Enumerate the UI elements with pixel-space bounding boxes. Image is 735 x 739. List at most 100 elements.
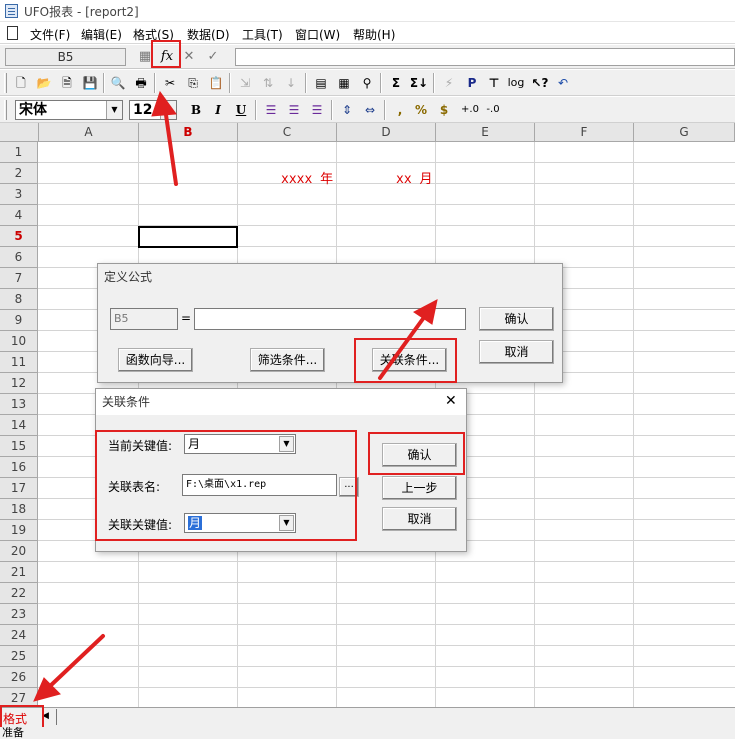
define-cancel-button[interactable]: 取消 — [479, 340, 554, 364]
cell-name-box[interactable]: B5 — [5, 48, 126, 66]
row-header[interactable]: 25 — [0, 646, 38, 667]
row-header[interactable]: 14 — [0, 415, 38, 436]
column-header-c[interactable]: C — [238, 123, 337, 142]
sort-desc-icon[interactable]: ↓ — [281, 73, 301, 93]
row-header[interactable]: 13 — [0, 394, 38, 415]
preview-icon[interactable]: 🔍 — [108, 73, 128, 93]
cancel-icon[interactable]: ✕ — [178, 48, 200, 66]
menu-help[interactable]: 帮助(H) — [353, 26, 395, 43]
font-select[interactable]: 宋体 ▼ — [15, 100, 123, 120]
relation-prev-button[interactable]: 上一步 — [382, 476, 457, 500]
menu-window[interactable]: 窗口(W) — [295, 26, 340, 43]
document-icon[interactable] — [7, 26, 18, 40]
underline-button[interactable]: U — [231, 100, 251, 120]
cell-d2[interactable]: xx 月 — [396, 168, 432, 187]
selected-cell-b5[interactable] — [138, 226, 238, 248]
filter-condition-button[interactable]: 筛选条件... — [250, 348, 325, 372]
menu-tools[interactable]: 工具(T) — [242, 26, 283, 43]
save-icon[interactable]: 💾 — [80, 73, 100, 93]
row-header[interactable]: 4 — [0, 205, 38, 226]
row-header[interactable]: 20 — [0, 541, 38, 562]
sum-down-icon[interactable]: Σ↓ — [409, 73, 429, 93]
undo-icon[interactable]: ↶ — [553, 73, 573, 93]
percent-button[interactable]: % — [411, 100, 431, 120]
table-name-input[interactable]: F:\桌面\x1.rep — [182, 474, 337, 496]
related-key-select[interactable]: 月 ▼ — [184, 513, 296, 533]
grid-icon[interactable]: ▦ — [334, 73, 354, 93]
bold-button[interactable]: B — [186, 100, 206, 120]
menu-data[interactable]: 数据(D) — [187, 26, 230, 43]
formula-input[interactable] — [235, 48, 735, 66]
open-icon[interactable]: 📂 — [34, 73, 54, 93]
comma-button[interactable]: , — [390, 100, 410, 120]
row-header[interactable]: 2 — [0, 163, 38, 184]
align-right-icon[interactable]: ☰ — [307, 100, 327, 120]
cell-c2[interactable]: xxxx 年 — [281, 168, 333, 187]
row-header[interactable]: 23 — [0, 604, 38, 625]
row-header[interactable]: 7 — [0, 268, 38, 289]
keyboard-icon[interactable]: ▦ — [134, 48, 156, 66]
row-header[interactable]: 5 — [0, 226, 38, 247]
align-center-icon[interactable]: ☰ — [284, 100, 304, 120]
column-header-e[interactable]: E — [436, 123, 535, 142]
row-header[interactable]: 12 — [0, 373, 38, 394]
row-header[interactable]: 19 — [0, 520, 38, 541]
sum-icon[interactable]: Σ — [386, 73, 406, 93]
column-header-f[interactable]: F — [535, 123, 634, 142]
row-header[interactable]: 11 — [0, 352, 38, 373]
horizontal-fit-icon[interactable]: ⇔ — [360, 100, 380, 120]
row-header[interactable]: 3 — [0, 184, 38, 205]
row-header[interactable]: 24 — [0, 625, 38, 646]
row-header[interactable]: 17 — [0, 478, 38, 499]
paste-icon[interactable]: 📋 — [206, 73, 226, 93]
row-header[interactable]: 21 — [0, 562, 38, 583]
align-left-icon[interactable]: ☰ — [261, 100, 281, 120]
row-header[interactable]: 18 — [0, 499, 38, 520]
column-header-d[interactable]: D — [337, 123, 436, 142]
p-icon[interactable]: P — [462, 73, 482, 93]
help-pointer-icon[interactable]: ↖? — [530, 73, 550, 93]
relation-cancel-button[interactable]: 取消 — [382, 507, 457, 531]
relation-condition-button[interactable]: 关联条件... — [372, 348, 447, 372]
current-key-select[interactable]: 月 ▼ — [184, 434, 296, 454]
row-header[interactable]: 15 — [0, 436, 38, 457]
row-header[interactable]: 1 — [0, 142, 38, 163]
chart-icon[interactable]: ⚡ — [439, 73, 459, 93]
menu-file[interactable]: 文件(F) — [30, 26, 70, 43]
find-icon[interactable]: ⚲ — [357, 73, 377, 93]
row-header[interactable]: 22 — [0, 583, 38, 604]
menu-format[interactable]: 格式(S) — [133, 26, 174, 43]
menu-edit[interactable]: 编辑(E) — [81, 26, 122, 43]
print-icon[interactable]: 🖶 — [131, 73, 151, 93]
define-ok-button[interactable]: 确认 — [479, 307, 554, 331]
function-wizard-button[interactable]: 函数向导... — [118, 348, 193, 372]
currency-button[interactable]: $ — [434, 100, 454, 120]
row-header[interactable]: 16 — [0, 457, 38, 478]
log-icon[interactable]: log — [506, 73, 526, 93]
formula-input-field[interactable] — [194, 308, 466, 330]
table-icon[interactable]: ▤ — [311, 73, 331, 93]
row-header[interactable]: 26 — [0, 667, 38, 688]
new-icon[interactable]: 🗋 — [11, 73, 31, 93]
vertical-fit-icon[interactable]: ⇕ — [337, 100, 357, 120]
sort-asc-icon[interactable]: ⇅ — [258, 73, 278, 93]
row-header[interactable]: 8 — [0, 289, 38, 310]
column-header-a[interactable]: A — [39, 123, 139, 142]
font-size-select[interactable]: 12 ▼ — [129, 100, 177, 120]
pin-icon[interactable]: ⊤ — [484, 73, 504, 93]
row-header[interactable]: 10 — [0, 331, 38, 352]
relation-ok-button[interactable]: 确认 — [382, 443, 457, 467]
format-mode-tab[interactable]: 格式 — [3, 710, 27, 727]
cut-icon[interactable]: ✂ — [160, 73, 180, 93]
column-header-b[interactable]: B — [139, 123, 238, 142]
doc-icon[interactable]: 🗎 — [57, 73, 77, 93]
copy-icon[interactable]: ⎘ — [183, 73, 203, 93]
row-header[interactable]: 6 — [0, 247, 38, 268]
fill-icon[interactable]: ⇲ — [235, 73, 255, 93]
fx-button[interactable]: fx — [156, 48, 178, 66]
close-icon[interactable]: ✕ — [445, 393, 457, 409]
scroll-left-icon[interactable]: ◀ — [42, 711, 49, 721]
row-header[interactable]: 27 — [0, 688, 38, 707]
increase-decimal-icon[interactable]: +.0 — [460, 100, 480, 120]
column-header-g[interactable]: G — [634, 123, 735, 142]
